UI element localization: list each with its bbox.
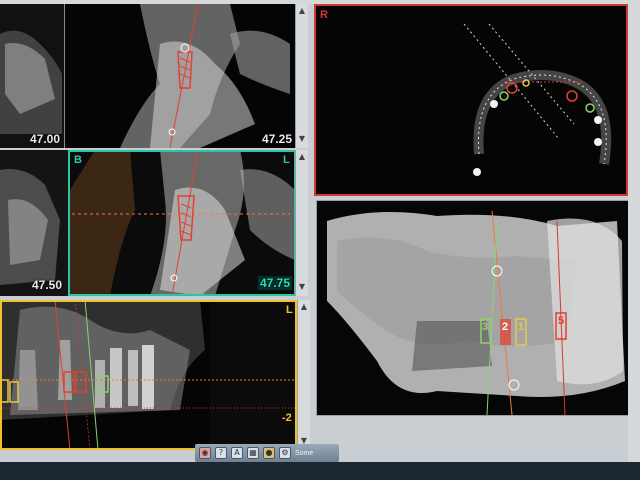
- settings-icon[interactable]: ⚙: [279, 447, 291, 459]
- implant-marker-axial-2[interactable]: [566, 90, 578, 102]
- panoramic-image: [0, 300, 297, 450]
- cross-section-image-top: [0, 4, 290, 148]
- color-icon[interactable]: ●: [263, 447, 275, 459]
- toolbar-label: Some: [295, 449, 314, 457]
- orientation-label-r: R: [320, 9, 328, 21]
- orientation-label-b: B: [74, 154, 82, 166]
- implant-marker-axial-3[interactable]: [499, 91, 595, 113]
- slice-position-label-left: 47.50: [32, 278, 63, 292]
- scroll-down-icon[interactable]: ▼: [297, 134, 307, 144]
- slice-position-label-left: 47.00: [30, 132, 61, 146]
- cross-section-image-middle: [0, 150, 295, 296]
- slice-position-label-active: 47.75: [258, 276, 293, 290]
- system-taskbar: [0, 462, 640, 480]
- implant-number-5: 5: [558, 315, 565, 327]
- scale-label: -2: [282, 412, 292, 424]
- scrollbar-middle-left[interactable]: ▲ ▼: [295, 150, 308, 296]
- panoramic-view[interactable]: L -2: [0, 300, 297, 450]
- view-tool-icon[interactable]: ◉: [199, 447, 211, 459]
- axial-view[interactable]: R: [314, 4, 628, 196]
- help-icon[interactable]: ?: [215, 447, 227, 459]
- grid-icon[interactable]: ▦: [247, 447, 259, 459]
- scrollbar-top-left[interactable]: ▲ ▼: [295, 4, 308, 148]
- volume-render-view[interactable]: 3 2 1 5: [316, 200, 630, 416]
- scroll-up-icon[interactable]: ▲: [299, 302, 309, 312]
- scrollbar-panoramic[interactable]: ▲ ▼: [297, 300, 310, 450]
- scroll-up-icon[interactable]: ▲: [297, 6, 307, 16]
- slice-position-label-right: 47.25: [262, 132, 293, 146]
- cross-section-view-top[interactable]: 47.00 47.25: [0, 4, 295, 148]
- screen-bezel-right: [628, 0, 640, 462]
- axial-image: [314, 4, 628, 196]
- orientation-label-l: L: [286, 304, 293, 316]
- orientation-label-l: L: [283, 154, 290, 166]
- view-toolbar: ◉ ? A ▦ ● ⚙ Some: [195, 444, 339, 462]
- implant-number-3: 3: [482, 321, 489, 333]
- cross-section-view-middle[interactable]: B L 47.50 47.75: [0, 150, 295, 296]
- volume-render-image: [317, 201, 629, 415]
- implant-number-1: 1: [518, 321, 525, 333]
- scroll-down-icon[interactable]: ▼: [297, 282, 307, 292]
- implant-number-2: 2: [502, 321, 509, 333]
- scroll-up-icon[interactable]: ▲: [297, 152, 307, 162]
- text-tool-button[interactable]: A: [231, 447, 243, 459]
